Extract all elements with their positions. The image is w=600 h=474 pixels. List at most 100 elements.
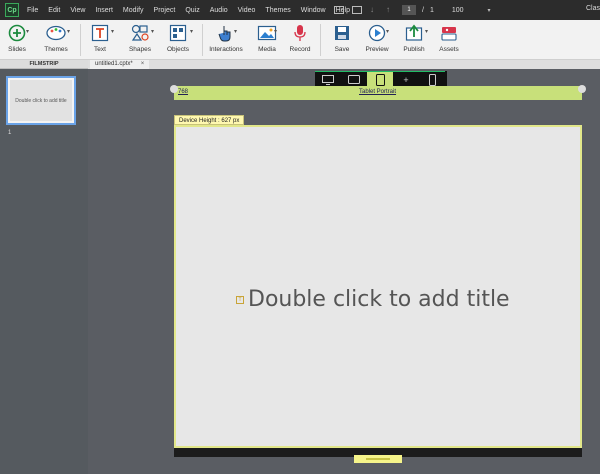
media-label: Media — [258, 46, 276, 53]
themes-label: Themes — [44, 46, 68, 53]
main-toolbar: Slides ▾ Themes ▾ Text ▾ Shapes ▾ Object… — [0, 20, 600, 60]
menu-modify[interactable]: Modify — [123, 7, 144, 14]
chevron-down-icon[interactable]: ▾ — [386, 28, 389, 35]
assets-label: Assets — [439, 46, 459, 53]
menu-audio[interactable]: Audio — [210, 7, 228, 14]
filmstrip-panel: FILMSTRIP Double click to add title 1 — [0, 60, 88, 474]
hand-pointer-icon — [218, 22, 234, 44]
slide-number: 1 — [8, 130, 12, 136]
menu-view[interactable]: View — [70, 7, 85, 14]
menu-insert[interactable]: Insert — [95, 7, 113, 14]
save-label: Save — [334, 46, 350, 53]
mobile-icon[interactable] — [419, 71, 445, 87]
objects-label: Objects — [166, 46, 190, 53]
workspace-mode[interactable]: Clas — [586, 5, 600, 12]
slide-thumbnail-title: Double click to add title — [10, 80, 72, 121]
document-tab[interactable]: untitled1.cptx* × — [90, 60, 150, 69]
breakpoint-name[interactable]: Tablet Portrait — [359, 89, 396, 95]
menu-file[interactable]: File — [27, 7, 38, 14]
stage: + 768 Tablet Portrait Device Height : 62… — [88, 69, 600, 474]
objects-icon — [169, 22, 187, 44]
menu-project[interactable]: Project — [154, 7, 176, 14]
assets-button[interactable]: Assets — [437, 22, 461, 53]
add-breakpoint-icon[interactable]: + — [393, 71, 419, 87]
chevron-down-icon[interactable]: ▾ — [151, 28, 154, 35]
page-total: 1 — [429, 6, 434, 14]
filmstrip-header: FILMSTRIP — [0, 60, 88, 69]
themes-button[interactable]: Themes — [42, 22, 70, 53]
page-number-input[interactable]: 1 — [402, 5, 416, 15]
save-icon — [334, 22, 350, 44]
text-label: Text — [94, 46, 106, 53]
publish-button[interactable]: Publish — [401, 22, 427, 53]
chevron-down-icon[interactable]: ▾ — [274, 28, 277, 35]
slides-label: Slides — [8, 46, 26, 53]
monitor-icon[interactable] — [334, 6, 344, 14]
interactions-label: Interactions — [209, 46, 243, 53]
record-button[interactable]: Record — [288, 22, 312, 53]
assets-icon — [440, 22, 458, 44]
toolbar-divider — [80, 24, 81, 56]
toolbar-divider — [320, 24, 321, 56]
shapes-label: Shapes — [128, 46, 152, 53]
arrow-up-icon[interactable]: ↑ — [386, 6, 394, 14]
menu-bar: Cp File Edit View Insert Modify Project … — [0, 0, 600, 20]
app-logo: Cp — [5, 3, 19, 17]
handle-grip-icon — [366, 458, 390, 460]
device-selector: + — [315, 71, 447, 87]
chevron-down-icon[interactable]: ▾ — [234, 28, 237, 35]
ruler-handle-right[interactable] — [578, 85, 586, 93]
menu-quiz[interactable]: Quiz — [185, 7, 199, 14]
title-placeholder-text: Double click to add title — [248, 287, 510, 312]
chevron-down-icon[interactable]: ▾ — [26, 28, 29, 35]
text-icon — [91, 22, 109, 44]
tablet-portrait-icon[interactable] — [367, 71, 393, 87]
save-button[interactable]: Save — [330, 22, 354, 53]
slide-thumbnail[interactable]: Double click to add title — [6, 76, 76, 125]
shapes-button[interactable]: Shapes — [125, 22, 155, 53]
document-tab-label: untitled1.cptx* — [95, 61, 133, 67]
device-height-handle[interactable] — [354, 455, 402, 463]
play-icon — [368, 22, 386, 44]
menu-tools: ↓ ↑ 1 / 1 100 ▾ — [334, 3, 491, 17]
page-separator: / — [422, 6, 424, 14]
chevron-down-icon: ▾ — [487, 7, 491, 14]
preview-button[interactable]: Preview — [364, 22, 390, 53]
text-button[interactable]: Text — [88, 22, 112, 53]
chevron-down-icon[interactable]: ▾ — [67, 28, 70, 35]
document-tab-bar: untitled1.cptx* × — [88, 60, 600, 69]
shapes-icon — [130, 22, 150, 44]
publish-icon — [405, 22, 423, 44]
add-slide-icon — [8, 22, 26, 44]
interactions-button[interactable]: Interactions — [207, 22, 245, 53]
microphone-icon — [293, 22, 307, 44]
ruler-handle-left[interactable] — [170, 85, 178, 93]
title-placeholder[interactable]: T Double click to add title — [236, 287, 510, 312]
slide-canvas[interactable]: T Double click to add title — [174, 125, 582, 448]
palette-icon — [46, 22, 66, 44]
zoom-value: 100 — [451, 6, 464, 14]
toolbar-divider — [202, 24, 203, 56]
breakpoint-ruler[interactable]: 768 Tablet Portrait — [170, 85, 586, 100]
menu-themes[interactable]: Themes — [265, 7, 290, 14]
objects-button[interactable]: Objects — [163, 22, 193, 53]
chevron-down-icon[interactable]: ▾ — [425, 28, 428, 35]
close-icon[interactable]: × — [141, 61, 145, 67]
slides-button[interactable]: Slides — [4, 22, 30, 53]
menu-video[interactable]: Video — [238, 7, 256, 14]
arrow-down-icon[interactable]: ↓ — [370, 6, 378, 14]
breakpoint-width[interactable]: 768 — [178, 89, 188, 95]
record-label: Record — [289, 46, 311, 53]
chevron-down-icon[interactable]: ▾ — [111, 28, 114, 35]
zoom-select[interactable]: 100 ▾ — [448, 5, 491, 16]
chevron-down-icon[interactable]: ▾ — [190, 28, 193, 35]
menu-window[interactable]: Window — [301, 7, 326, 14]
menu-edit[interactable]: Edit — [48, 7, 60, 14]
media-button[interactable]: Media — [252, 22, 282, 53]
placeholder-icon: T — [236, 295, 244, 304]
preview-label: Preview — [365, 46, 389, 53]
mail-icon[interactable] — [352, 6, 362, 14]
desktop-icon[interactable] — [315, 71, 341, 87]
publish-label: Publish — [403, 46, 425, 53]
tablet-landscape-icon[interactable] — [341, 71, 367, 87]
